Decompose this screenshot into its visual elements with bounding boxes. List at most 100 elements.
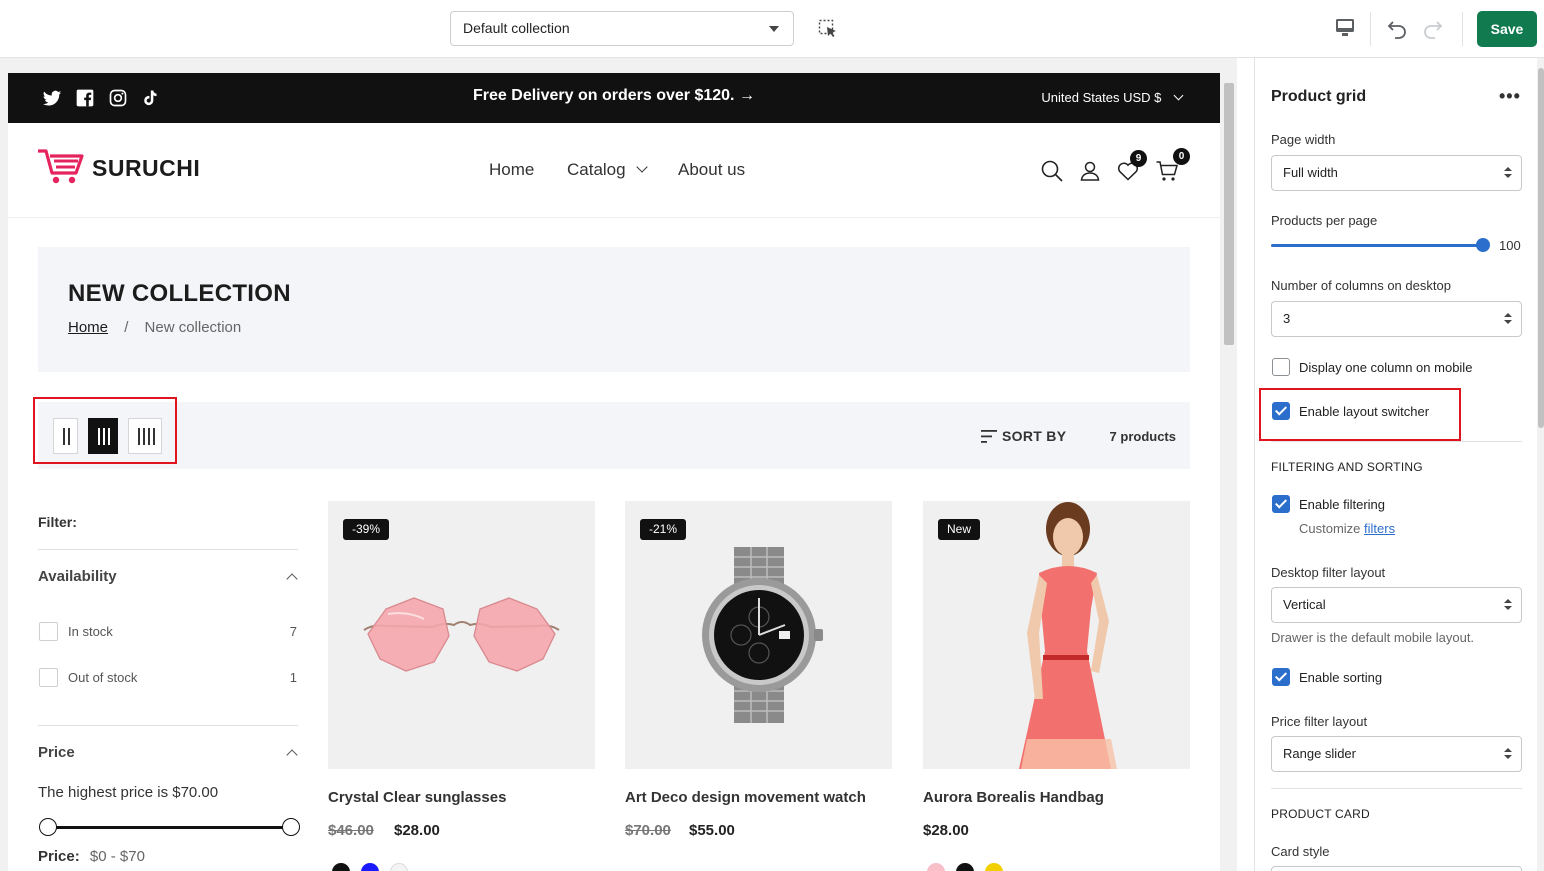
undo-icon[interactable] bbox=[1385, 16, 1409, 40]
desktop-filter-layout-select[interactable]: Vertical bbox=[1271, 587, 1522, 623]
caret-down-icon bbox=[769, 26, 779, 32]
card-style-label: Card style bbox=[1271, 844, 1330, 859]
breadcrumb: Home / New collection bbox=[68, 319, 241, 336]
products-per-page-slider[interactable] bbox=[1271, 244, 1483, 247]
columns-desktop-label: Number of columns on desktop bbox=[1271, 278, 1451, 293]
price-filter-layout-label: Price filter layout bbox=[1271, 714, 1368, 729]
chevron-up-icon[interactable] bbox=[286, 573, 298, 585]
nav-catalog[interactable]: Catalog bbox=[567, 160, 649, 180]
filters-link[interactable]: filters bbox=[1364, 521, 1395, 536]
new-badge: New bbox=[938, 519, 981, 540]
enable-sorting-checkbox[interactable] bbox=[1272, 668, 1290, 686]
out-of-stock-checkbox[interactable] bbox=[39, 668, 58, 687]
breadcrumb-current: New collection bbox=[144, 319, 242, 336]
divider bbox=[1271, 441, 1522, 442]
enable-filtering-checkbox[interactable] bbox=[1272, 495, 1290, 513]
in-stock-count: 7 bbox=[289, 624, 297, 639]
store-logo[interactable]: SURUCHI bbox=[92, 155, 200, 182]
currency-selector[interactable]: United States USD $ bbox=[1041, 90, 1184, 105]
filter-label: Filter: bbox=[38, 514, 77, 530]
chevron-down-icon bbox=[1173, 90, 1184, 101]
sale-price: $28.00 bbox=[394, 822, 440, 839]
editor-topbar: Default collection Save bbox=[0, 0, 1544, 58]
sort-lines-icon[interactable] bbox=[981, 430, 997, 443]
out-of-stock-count: 1 bbox=[289, 670, 297, 685]
wishlist-count-badge: 9 bbox=[1130, 150, 1147, 167]
collection-banner: NEW COLLECTION Home / New collection bbox=[38, 247, 1190, 372]
model-dress-image bbox=[1019, 502, 1117, 769]
preview-scroll-thumb[interactable] bbox=[1224, 83, 1234, 345]
storefront-page: Free Delivery on orders over $120. → Uni… bbox=[8, 73, 1220, 871]
in-stock-label: In stock bbox=[68, 624, 113, 639]
compare-at-price: $70.00 bbox=[625, 822, 671, 839]
product-image[interactable]: -21% bbox=[625, 501, 892, 769]
product-title[interactable]: Crystal Clear sunglasses bbox=[328, 789, 506, 806]
collection-select-value: Default collection bbox=[463, 20, 570, 36]
price-min-handle[interactable] bbox=[39, 818, 57, 836]
cart-logo-icon[interactable] bbox=[36, 147, 86, 187]
card-style-select[interactable] bbox=[1271, 866, 1522, 871]
divider bbox=[1370, 12, 1371, 46]
highlight-layout-switcher-setting bbox=[1259, 388, 1461, 441]
panel-scrollbar[interactable] bbox=[1537, 58, 1544, 871]
color-swatch[interactable] bbox=[956, 863, 974, 871]
announcement-bar: Free Delivery on orders over $120. → Uni… bbox=[8, 73, 1220, 123]
divider bbox=[38, 725, 298, 726]
out-of-stock-label: Out of stock bbox=[68, 670, 138, 685]
save-button[interactable]: Save bbox=[1477, 11, 1537, 47]
price-max-handle[interactable] bbox=[282, 818, 300, 836]
color-swatch[interactable] bbox=[985, 863, 1003, 871]
account-icon[interactable] bbox=[1078, 159, 1102, 183]
breadcrumb-home[interactable]: Home bbox=[68, 319, 108, 336]
product-image[interactable]: New bbox=[923, 501, 1190, 769]
breadcrumb-separator: / bbox=[124, 319, 129, 336]
enable-sorting-label: Enable sorting bbox=[1299, 670, 1383, 685]
more-options-icon[interactable]: ••• bbox=[1499, 86, 1521, 107]
columns-desktop-select[interactable]: 3 bbox=[1271, 301, 1522, 337]
in-stock-checkbox[interactable] bbox=[39, 622, 58, 641]
search-icon[interactable] bbox=[1040, 159, 1064, 183]
panel-scroll-thumb[interactable] bbox=[1538, 68, 1544, 428]
announcement-text[interactable]: Free Delivery on orders over $120. → bbox=[8, 87, 1220, 105]
products-per-page-value: 100 bbox=[1499, 238, 1521, 253]
color-swatch[interactable] bbox=[361, 863, 379, 871]
price-filter-layout-select[interactable]: Range slider bbox=[1271, 736, 1522, 772]
filtering-sorting-heading: FILTERING AND SORTING bbox=[1271, 460, 1423, 474]
product-title[interactable]: Art Deco design movement watch bbox=[625, 789, 866, 806]
nav-about[interactable]: About us bbox=[678, 160, 745, 180]
product-price: $28.00 bbox=[923, 822, 969, 839]
store-header: SURUCHI Home Catalog About us 9 0 bbox=[8, 123, 1220, 218]
page-width-select[interactable]: Full width bbox=[1271, 155, 1522, 191]
redo-icon[interactable] bbox=[1421, 16, 1445, 40]
inspector-icon[interactable] bbox=[818, 19, 838, 39]
color-swatch[interactable] bbox=[332, 863, 350, 871]
chevron-up-icon[interactable] bbox=[286, 749, 298, 761]
discount-badge: -39% bbox=[343, 519, 390, 540]
divider bbox=[1271, 788, 1522, 789]
products-per-page-handle[interactable] bbox=[1476, 238, 1490, 252]
price-facet-toggle[interactable]: Price bbox=[38, 744, 75, 761]
settings-panel: Product grid ••• Page width Full width P… bbox=[1254, 58, 1544, 871]
panel-title: Product grid bbox=[1271, 88, 1367, 105]
divider bbox=[1462, 12, 1463, 46]
page-title: NEW COLLECTION bbox=[68, 280, 291, 307]
color-swatch[interactable] bbox=[927, 863, 945, 871]
desktop-preview-icon[interactable] bbox=[1333, 16, 1357, 40]
color-swatch[interactable] bbox=[390, 863, 408, 871]
preview-scrollbar[interactable] bbox=[1222, 73, 1236, 871]
price-range-track[interactable] bbox=[46, 826, 290, 829]
product-title[interactable]: Aurora Borealis Handbag bbox=[923, 789, 1104, 806]
one-column-mobile-checkbox[interactable] bbox=[1272, 358, 1290, 376]
sunglasses-image bbox=[363, 597, 560, 672]
product-image[interactable]: -39% bbox=[328, 501, 595, 769]
products-per-page-label: Products per page bbox=[1271, 213, 1378, 228]
collection-toolbar: SORT BY 7 products bbox=[38, 402, 1190, 469]
compare-at-price: $46.00 bbox=[328, 822, 374, 839]
cart-count-badge: 0 bbox=[1173, 148, 1190, 165]
nav-home[interactable]: Home bbox=[489, 160, 534, 180]
chevron-down-icon bbox=[636, 161, 649, 173]
sort-by-button[interactable]: SORT BY bbox=[1002, 428, 1066, 444]
one-column-mobile-label: Display one column on mobile bbox=[1299, 360, 1473, 375]
collection-select[interactable]: Default collection bbox=[450, 11, 794, 46]
availability-facet-toggle[interactable]: Availability bbox=[38, 568, 117, 585]
